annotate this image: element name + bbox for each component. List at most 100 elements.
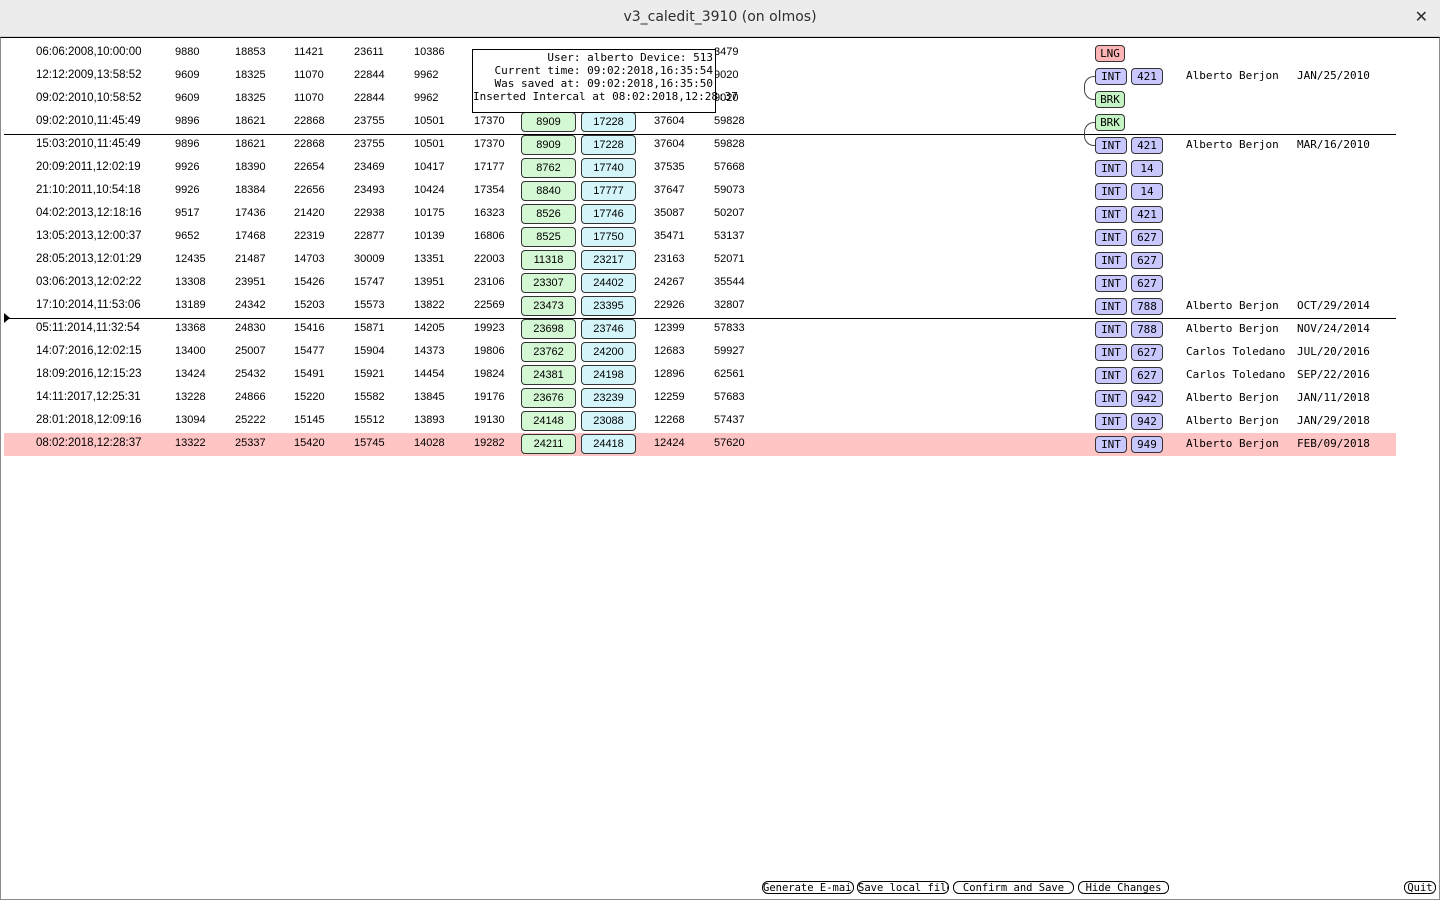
table-row[interactable]: 15:03:2010,11:45:49 9896 18621 22868 23755 10…: [4, 134, 1396, 157]
calibration-type-tag[interactable]: INT: [1095, 390, 1127, 407]
editable-value-box[interactable]: 24148: [521, 411, 576, 431]
calibration-type-tag[interactable]: BRK: [1095, 114, 1125, 131]
table-row[interactable]: 03:06:2013,12:02:22 13308 23951 15426 15747 1…: [4, 272, 1396, 295]
calibration-type-tag[interactable]: INT: [1095, 68, 1127, 85]
device-tag[interactable]: 627: [1131, 229, 1163, 246]
device-tag[interactable]: 627: [1131, 252, 1163, 269]
editable-value-box[interactable]: 17750: [581, 227, 636, 247]
table-row[interactable]: 14:07:2016,12:02:15 13400 25007 15477 15904 1…: [4, 341, 1396, 364]
calibration-type-tag[interactable]: INT: [1095, 321, 1127, 338]
editable-value-box[interactable]: 23698: [521, 319, 576, 339]
editable-value-box[interactable]: 17777: [581, 181, 636, 201]
editable-value-box[interactable]: 8909: [521, 112, 576, 132]
editable-value-box[interactable]: 23473: [521, 296, 576, 316]
row-value: 10501: [414, 115, 445, 127]
editable-value-box[interactable]: 23762: [521, 342, 576, 362]
calibration-type-tag[interactable]: LNG: [1095, 45, 1125, 62]
device-tag[interactable]: 627: [1131, 367, 1163, 384]
editable-value-box[interactable]: 23746: [581, 319, 636, 339]
calibration-type-tag[interactable]: INT: [1095, 229, 1127, 246]
row-created-date: FEB/09/2018: [1297, 437, 1370, 450]
editable-value-box[interactable]: 8762: [521, 158, 576, 178]
row-value: 14454: [414, 368, 445, 380]
row-value: 18621: [235, 138, 266, 150]
device-tag[interactable]: 788: [1131, 321, 1163, 338]
editable-value-box[interactable]: 23217: [581, 250, 636, 270]
editable-value-box[interactable]: 23088: [581, 411, 636, 431]
calibration-type-tag[interactable]: INT: [1095, 137, 1127, 154]
editable-value-box[interactable]: 24418: [581, 434, 636, 454]
editable-value-box[interactable]: 8525: [521, 227, 576, 247]
table-row[interactable]: 04:02:2013,12:18:16 9517 17436 21420 22938 10…: [4, 203, 1396, 226]
calibration-type-tag[interactable]: INT: [1095, 298, 1127, 315]
calibration-type-tag[interactable]: INT: [1095, 183, 1127, 200]
device-tag[interactable]: 627: [1131, 344, 1163, 361]
editable-value-box[interactable]: 8526: [521, 204, 576, 224]
editable-value-box[interactable]: 24402: [581, 273, 636, 293]
calibration-type-tag[interactable]: INT: [1095, 275, 1127, 292]
row-user: Carlos Toledano: [1186, 345, 1286, 358]
device-tag[interactable]: 421: [1131, 206, 1163, 223]
table-row[interactable]: 20:09:2011,12:02:19 9926 18390 22654 23469 10…: [4, 157, 1396, 180]
calibration-type-tag[interactable]: BRK: [1095, 91, 1125, 108]
editable-value-box[interactable]: 24200: [581, 342, 636, 362]
row-date: 08:02:2018,12:28:37: [36, 437, 142, 449]
device-tag[interactable]: 14: [1131, 183, 1163, 200]
calibration-type-tag[interactable]: INT: [1095, 436, 1127, 453]
device-tag[interactable]: 421: [1131, 137, 1163, 154]
table-row[interactable]: 09:02:2010,11:45:49 9896 18621 22868 23755 10…: [4, 111, 1396, 134]
row-value: 11421: [294, 46, 324, 58]
device-tag[interactable]: 942: [1131, 413, 1163, 430]
device-tag[interactable]: 421: [1131, 68, 1163, 85]
table-row[interactable]: 18:09:2016,12:15:23 13424 25432 15491 15921 1…: [4, 364, 1396, 387]
confirm-and-save-button[interactable]: Confirm and Save: [953, 881, 1074, 894]
editable-value-box[interactable]: 17746: [581, 204, 636, 224]
editable-value-box[interactable]: 23307: [521, 273, 576, 293]
row-value: 24342: [235, 299, 266, 311]
table-row[interactable]: 13:05:2013,12:00:37 9652 17468 22319 22877 10…: [4, 226, 1396, 249]
close-icon[interactable]: ✕: [1415, 7, 1428, 26]
calibration-type-tag[interactable]: INT: [1095, 252, 1127, 269]
table-row[interactable]: 28:01:2018,12:09:16 13094 25222 15145 15512 1…: [4, 410, 1396, 433]
table-row[interactable]: 28:05:2013,12:01:29 12435 21487 14703 30009 1…: [4, 249, 1396, 272]
calibration-type-tag[interactable]: INT: [1095, 367, 1127, 384]
calibration-type-tag[interactable]: INT: [1095, 160, 1127, 177]
hide-changes-button[interactable]: Hide Changes: [1078, 881, 1169, 894]
editable-value-box[interactable]: 23239: [581, 388, 636, 408]
device-tag[interactable]: 942: [1131, 390, 1163, 407]
editable-value-box[interactable]: 17228: [581, 112, 636, 132]
editable-value-box[interactable]: 24211: [521, 434, 576, 454]
row-value: 15426: [294, 276, 325, 288]
row-value: 32807: [714, 299, 745, 311]
device-tag[interactable]: 949: [1131, 436, 1163, 453]
table-row[interactable]: 05:11:2014,11:32:54 13368 24830 15416 15871 1…: [4, 318, 1396, 341]
link-bracket: [1084, 122, 1095, 146]
editable-value-box[interactable]: 23676: [521, 388, 576, 408]
editable-value-box[interactable]: 24381: [521, 365, 576, 385]
editable-value-box[interactable]: 8840: [521, 181, 576, 201]
row-value: 23755: [354, 115, 385, 127]
row-date: 14:11:2017,12:25:31: [36, 391, 141, 403]
calibration-type-tag[interactable]: INT: [1095, 344, 1127, 361]
quit-button[interactable]: Quit: [1404, 881, 1436, 894]
device-tag[interactable]: 14: [1131, 160, 1163, 177]
table-row[interactable]: 21:10:2011,10:54:18 9926 18384 22656 23493 10…: [4, 180, 1396, 203]
calibration-type-tag[interactable]: INT: [1095, 413, 1127, 430]
editable-value-box[interactable]: 17740: [581, 158, 636, 178]
editable-value-box[interactable]: 17228: [581, 135, 636, 155]
device-tag[interactable]: 627: [1131, 275, 1163, 292]
editable-value-box[interactable]: 24198: [581, 365, 636, 385]
editable-value-box[interactable]: 8909: [521, 135, 576, 155]
save-local-file-button[interactable]: Save local file: [857, 881, 949, 894]
row-value: 22868: [294, 115, 325, 127]
generate-email-button[interactable]: Generate E-mail: [762, 881, 854, 894]
table-row-selected[interactable]: 08:02:2018,12:28:37 13322 25337 15420 15745 1…: [4, 433, 1396, 456]
editable-value-box[interactable]: 23395: [581, 296, 636, 316]
row-date: 28:01:2018,12:09:16: [36, 414, 142, 426]
calibration-type-tag[interactable]: INT: [1095, 206, 1127, 223]
device-tag[interactable]: 788: [1131, 298, 1163, 315]
group-separator: [4, 318, 1396, 319]
table-row[interactable]: 17:10:2014,11:53:06 13189 24342 15203 15573 1…: [4, 295, 1396, 318]
table-row[interactable]: 14:11:2017,12:25:31 13228 24866 15220 15582 1…: [4, 387, 1396, 410]
editable-value-box[interactable]: 11318: [521, 250, 576, 270]
